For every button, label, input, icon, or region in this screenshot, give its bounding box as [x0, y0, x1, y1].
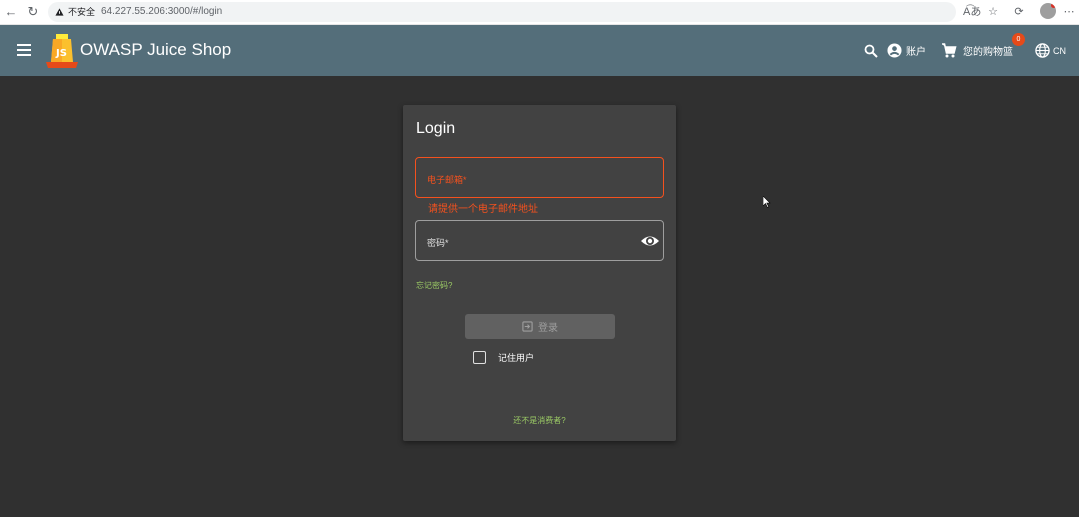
remember-me-label: 记住用户: [498, 353, 535, 363]
warning-icon: [55, 8, 64, 16]
address-bar[interactable]: 不安全 64.227.55.206:3000/#/login: [48, 2, 956, 22]
star-icon[interactable]: ☆: [985, 3, 1001, 21]
search-button[interactable]: [864, 25, 878, 76]
reload-icon[interactable]: ↻: [24, 3, 42, 21]
search-icon: [864, 44, 878, 58]
translate-icon[interactable]: A͡あ: [963, 3, 981, 21]
browser-bar: ← ↻ 不安全 64.227.55.206:3000/#/login A͡あ ☆…: [0, 0, 1079, 25]
account-circle-icon: [887, 43, 902, 58]
more-icon[interactable]: ⋯: [1062, 3, 1076, 21]
menu-icon[interactable]: [14, 40, 34, 60]
remember-me[interactable]: 记住用户: [473, 351, 534, 364]
app-title[interactable]: OWASP Juice Shop: [80, 40, 231, 60]
globe-icon: [1035, 43, 1050, 58]
login-button[interactable]: 登录: [465, 314, 615, 339]
language-label: CN: [1053, 45, 1066, 56]
visibility-icon[interactable]: [640, 231, 660, 251]
language-button[interactable]: CN: [1035, 25, 1066, 76]
basket-count-badge: 0: [1012, 33, 1025, 46]
password-label: 密码*: [427, 238, 449, 248]
notification-dot: [1051, 3, 1056, 8]
extensions-icon[interactable]: ⟳: [1011, 3, 1027, 21]
cart-icon: [942, 43, 957, 58]
profile-avatar[interactable]: [1040, 3, 1056, 19]
login-icon: [522, 321, 533, 332]
forgot-password-link[interactable]: 忘记密码?: [416, 280, 452, 291]
register-link[interactable]: 还不是消费者?: [403, 415, 676, 426]
basket-button[interactable]: 您的购物篮: [941, 25, 1013, 76]
url-text[interactable]: 64.227.55.206:3000/#/login: [101, 5, 222, 19]
insecure-label: 不安全: [68, 7, 96, 17]
email-field[interactable]: 电子邮箱*: [415, 157, 664, 198]
remember-me-checkbox[interactable]: [473, 351, 486, 364]
back-icon[interactable]: ←: [2, 3, 20, 21]
basket-label: 您的购物篮: [963, 47, 1013, 58]
mouse-cursor-icon: [763, 196, 771, 208]
account-label: 账户: [906, 47, 926, 58]
svg-text:JS: JS: [55, 48, 67, 59]
account-button[interactable]: 账户: [887, 25, 926, 76]
login-title: Login: [416, 120, 456, 137]
email-error-message: 请提供一个电子邮件地址: [428, 204, 538, 215]
login-card: Login 电子邮箱* 请提供一个电子邮件地址 密码* 忘记密码? 登录 记住用…: [403, 105, 676, 441]
juice-shop-logo-icon: JS: [46, 34, 78, 68]
email-label: 电子邮箱*: [427, 175, 467, 185]
login-button-label: 登录: [538, 323, 558, 334]
password-field[interactable]: 密码*: [415, 220, 664, 261]
app-toolbar: JS OWASP Juice Shop 账户 您的购物篮 0 CN: [0, 25, 1079, 76]
